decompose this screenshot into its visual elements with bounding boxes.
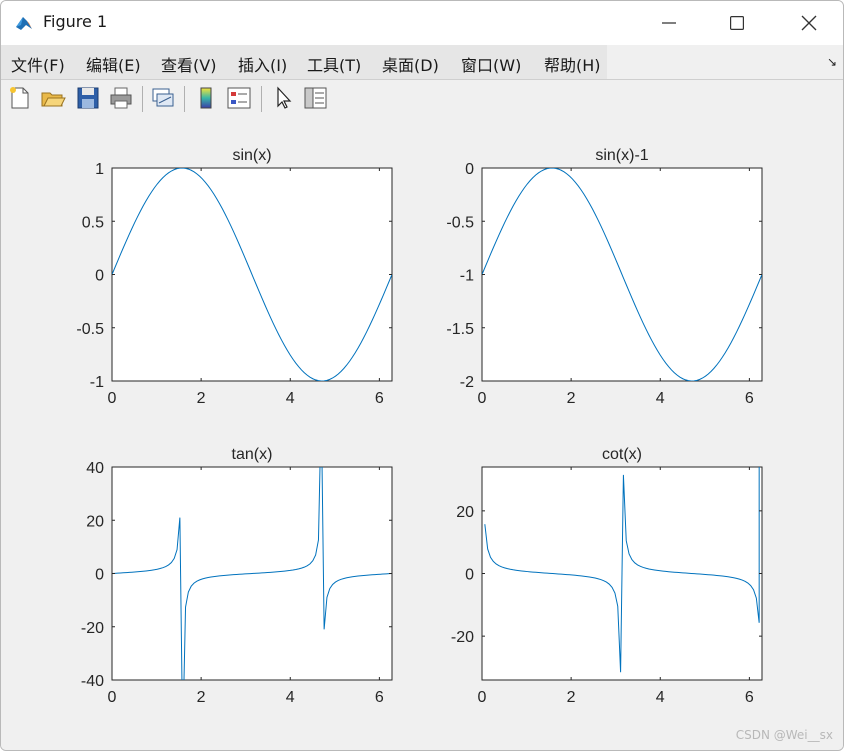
- x-tick-label: 0: [108, 390, 117, 407]
- subplot-title: sin(x): [232, 147, 271, 164]
- menu-desktop[interactable]: 桌面(D): [382, 52, 439, 76]
- legend-icon[interactable]: [226, 85, 252, 111]
- figure-window: Figure 1 文件(F) 编辑(E) 查看(V) 插入(I) 工具(T) 桌…: [0, 0, 844, 751]
- menu-help[interactable]: 帮助(H): [544, 52, 601, 76]
- x-tick-label: 4: [286, 390, 295, 407]
- y-tick-label: -0.5: [446, 214, 474, 231]
- y-tick-label: -1.5: [446, 321, 474, 338]
- x-tick-label: 0: [478, 689, 487, 706]
- close-button[interactable]: [781, 1, 837, 45]
- x-tick-label: 2: [197, 689, 206, 706]
- figure-canvas: 0 2 4 6 1 0.5 0 -0.5 -1 sin(x) 0 2 4 6 0 -0.5 -1 -1.5 -2 si…: [1, 118, 843, 750]
- y-tick-label: 0: [95, 268, 104, 285]
- x-tick-label: 6: [375, 390, 384, 407]
- property-inspector-icon[interactable]: [302, 85, 328, 111]
- open-file-icon[interactable]: [40, 85, 66, 111]
- maximize-icon: [730, 16, 744, 30]
- subplot-title: tan(x): [232, 446, 273, 463]
- toolbar-separator: [184, 86, 185, 112]
- x-tick-label: 4: [656, 390, 665, 407]
- y-tick-label: 0: [95, 567, 104, 584]
- toolbar-separator: [261, 86, 262, 112]
- subplot-3: 0 2 4 6 40 20 0 -20 -40 tan(x): [81, 446, 393, 706]
- save-icon[interactable]: [75, 85, 101, 111]
- x-tick-label: 2: [197, 390, 206, 407]
- y-tick-label: 0.5: [82, 214, 104, 231]
- x-tick-label: 6: [375, 689, 384, 706]
- figure-toolbar: [1, 79, 843, 119]
- dock-figure-icon[interactable]: ↘: [827, 55, 837, 69]
- new-figure-icon[interactable]: [7, 85, 33, 111]
- subplot-2: 0 2 4 6 0 -0.5 -1 -1.5 -2 sin(x)-1: [446, 147, 763, 407]
- menu-insert[interactable]: 插入(I): [238, 52, 287, 76]
- link-plot-icon[interactable]: [150, 85, 176, 111]
- subplot-title: cot(x): [602, 446, 642, 463]
- print-icon[interactable]: [108, 85, 134, 111]
- title-bar[interactable]: Figure 1: [1, 1, 843, 45]
- y-tick-label: -2: [460, 374, 474, 391]
- x-tick-label: 4: [286, 689, 295, 706]
- menu-edit[interactable]: 编辑(E): [86, 52, 141, 76]
- menu-file[interactable]: 文件(F): [11, 52, 65, 76]
- watermark-text: CSDN @Wei__sx: [735, 728, 833, 742]
- menu-view[interactable]: 查看(V): [161, 52, 216, 76]
- y-tick-label: 20: [456, 504, 474, 521]
- x-tick-label: 2: [567, 390, 576, 407]
- y-tick-label: -1: [90, 374, 104, 391]
- subplot-1: 0 2 4 6 1 0.5 0 -0.5 -1 sin(x): [76, 147, 393, 407]
- x-tick-label: 6: [745, 390, 754, 407]
- menu-strip: 文件(F) 编辑(E) 查看(V) 插入(I) 工具(T) 桌面(D) 窗口(W…: [1, 45, 607, 79]
- matlab-logo-icon: [16, 17, 32, 30]
- x-tick-label: 0: [108, 689, 117, 706]
- menu-bar: 文件(F) 编辑(E) 查看(V) 插入(I) 工具(T) 桌面(D) 窗口(W…: [1, 45, 843, 79]
- toolbar-separator: [142, 86, 143, 112]
- x-tick-label: 2: [567, 689, 576, 706]
- y-tick-label: 20: [86, 513, 104, 530]
- y-tick-label: 40: [86, 460, 104, 477]
- y-tick-label: -20: [81, 620, 104, 637]
- x-tick-label: 4: [656, 689, 665, 706]
- subplots-svg: 0 2 4 6 1 0.5 0 -0.5 -1 sin(x) 0 2 4 6 0 -0.5 -1 -1.5 -2 si…: [76, 147, 763, 706]
- close-icon: [801, 15, 817, 31]
- menu-tools[interactable]: 工具(T): [307, 52, 361, 76]
- y-tick-label: 0: [465, 161, 474, 178]
- window-title: Figure 1: [43, 12, 108, 31]
- y-tick-label: -20: [451, 629, 474, 646]
- y-tick-label: -1: [460, 268, 474, 285]
- colorbar-icon[interactable]: [193, 85, 219, 111]
- y-tick-label: -40: [81, 673, 104, 690]
- y-tick-label: -0.5: [76, 321, 104, 338]
- x-tick-label: 6: [745, 689, 754, 706]
- maximize-button[interactable]: [709, 1, 765, 45]
- minimize-button[interactable]: [641, 1, 697, 45]
- y-tick-label: 0: [465, 567, 474, 584]
- edit-plot-arrow-icon[interactable]: [271, 85, 297, 111]
- minimize-icon: [662, 22, 676, 24]
- x-tick-label: 0: [478, 390, 487, 407]
- y-tick-label: 1: [95, 161, 104, 178]
- menu-window[interactable]: 窗口(W): [461, 52, 521, 76]
- subplot-title: sin(x)-1: [595, 147, 648, 164]
